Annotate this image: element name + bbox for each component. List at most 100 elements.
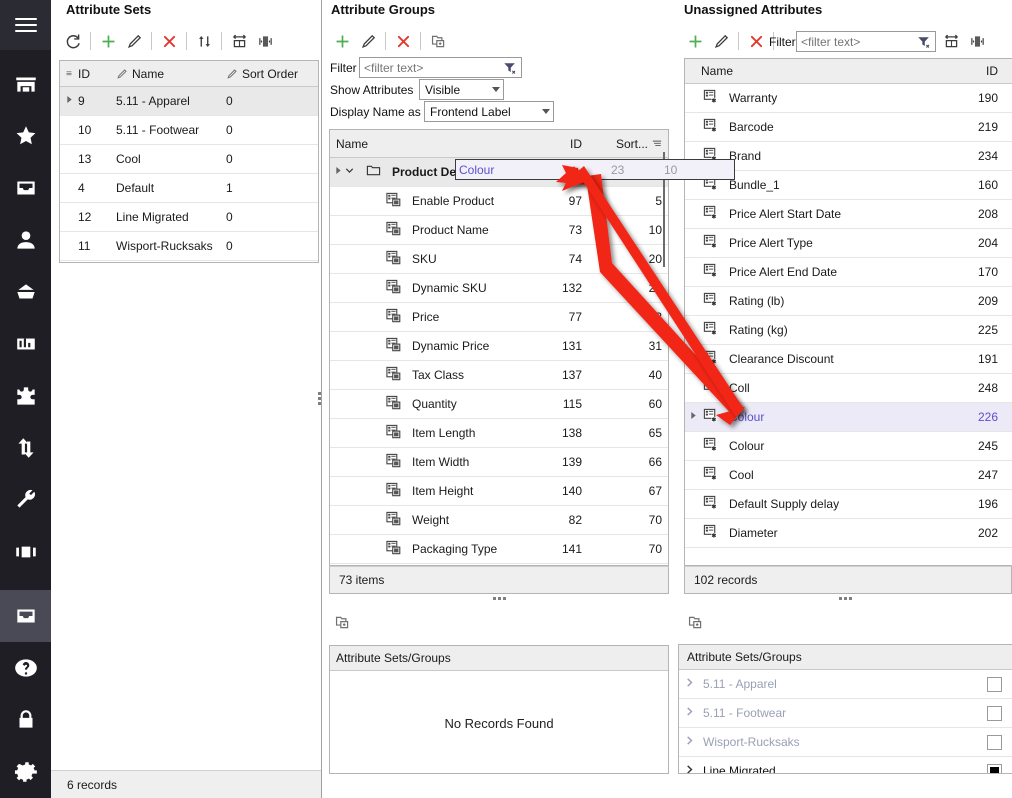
copy-button[interactable] — [425, 28, 451, 54]
fit-columns-button[interactable] — [938, 28, 964, 54]
table-row[interactable]: Product Name 73 10 — [330, 216, 668, 245]
table-row[interactable]: 13 Cool 0 — [60, 145, 318, 174]
rail-item-inbox[interactable] — [0, 162, 51, 214]
table-row[interactable]: Default Supply delay 196 — [685, 490, 1012, 519]
row-expander[interactable] — [685, 410, 699, 424]
group-row-chevron[interactable] — [344, 165, 364, 179]
table-row[interactable]: 9 5.11 - Apparel 0 — [60, 87, 318, 116]
row-chevron[interactable] — [679, 677, 697, 691]
table-row[interactable]: Price 77 3 — [330, 303, 668, 332]
row-chevron[interactable] — [679, 764, 697, 773]
bottom-left-copy-button[interactable] — [329, 609, 355, 635]
checkbox-icon[interactable] — [986, 734, 1002, 750]
list-item[interactable]: Line Migrated — [679, 757, 1012, 773]
delete-button[interactable] — [743, 28, 769, 54]
table-row[interactable]: Item Width 139 66 — [330, 448, 668, 477]
table-row[interactable]: 11 Wisport-Rucksaks 0 — [60, 232, 318, 261]
refresh-button[interactable] — [60, 28, 86, 54]
vertical-splitter-handle[interactable] — [318, 390, 323, 407]
table-row[interactable]: Dynamic SKU 132 21 — [330, 274, 668, 303]
rail-item-extensions[interactable] — [0, 370, 51, 422]
list-item[interactable]: Wisport-Rucksaks — [679, 728, 1012, 757]
rail-item-customers[interactable] — [0, 214, 51, 266]
row-expander[interactable] — [60, 94, 72, 108]
rail-item-catalog[interactable] — [0, 590, 51, 642]
row-chevron[interactable] — [679, 706, 697, 720]
display-name-select[interactable]: Frontend Label — [424, 101, 554, 122]
row-checkbox[interactable] — [976, 763, 1012, 773]
table-row[interactable]: Price Alert Type 204 — [685, 229, 1012, 258]
table-row[interactable]: Tax Class 137 40 — [330, 361, 668, 390]
column-menu-icon[interactable] — [60, 69, 72, 78]
delete-button[interactable] — [156, 28, 182, 54]
rail-item-layouts[interactable] — [0, 526, 51, 578]
table-row[interactable]: Clearance Discount 191 — [685, 345, 1012, 374]
table-row[interactable]: Colour 226 — [685, 403, 1012, 432]
add-button[interactable] — [95, 28, 121, 54]
group-row-expander[interactable] — [330, 165, 344, 179]
table-row[interactable]: Warranty 190 — [685, 84, 1012, 113]
add-button[interactable] — [329, 28, 355, 54]
column-header-name[interactable]: Name — [330, 137, 543, 151]
table-row[interactable]: Price Alert Start Date 208 — [685, 200, 1012, 229]
middle-horizontal-splitter-handle[interactable] — [493, 597, 506, 600]
checkbox-icon[interactable] — [986, 676, 1002, 692]
table-row[interactable]: Quantity 115 60 — [330, 390, 668, 419]
delete-button[interactable] — [390, 28, 416, 54]
table-row[interactable]: 10 5.11 - Footwear 0 — [60, 116, 318, 145]
table-row[interactable]: 4 Default 1 — [60, 174, 318, 203]
right-filter-input[interactable] — [797, 32, 914, 51]
rail-item-reports[interactable] — [0, 318, 51, 370]
table-row[interactable]: SKU 74 20 — [330, 245, 668, 274]
table-row[interactable]: Coll 248 — [685, 374, 1012, 403]
middle-filter-input[interactable] — [360, 58, 500, 77]
list-item[interactable]: 5.11 - Apparel — [679, 670, 1012, 699]
edit-button[interactable] — [121, 28, 147, 54]
sort-button[interactable] — [191, 28, 217, 54]
rail-item-tools[interactable] — [0, 474, 51, 526]
right-horizontal-splitter-handle[interactable] — [839, 597, 852, 600]
rail-item-help[interactable] — [0, 642, 51, 694]
table-row[interactable]: Price Alert End Date 170 — [685, 258, 1012, 287]
column-header-name[interactable]: Name — [685, 64, 966, 78]
checkbox-icon[interactable] — [986, 705, 1002, 721]
row-checkbox[interactable] — [976, 705, 1012, 721]
table-row[interactable]: 12 Line Migrated 0 — [60, 203, 318, 232]
table-row[interactable]: Enable Product 97 5 — [330, 187, 668, 216]
edit-button[interactable] — [355, 28, 381, 54]
column-header-name[interactable]: Name — [110, 67, 220, 81]
list-item[interactable]: 5.11 - Footwear — [679, 699, 1012, 728]
row-checkbox[interactable] — [976, 734, 1012, 750]
right-filter-input-wrap[interactable] — [796, 31, 936, 52]
clear-filter-icon[interactable] — [914, 35, 934, 49]
row-chevron[interactable] — [679, 735, 697, 749]
checkbox-icon[interactable] — [986, 763, 1002, 773]
column-header-sort[interactable]: Sort... — [588, 137, 668, 151]
table-row[interactable]: Item Length 138 65 — [330, 419, 668, 448]
rail-item-orders[interactable] — [0, 266, 51, 318]
table-row[interactable]: Rating (lb) 209 — [685, 287, 1012, 316]
table-row[interactable]: Diameter 202 — [685, 519, 1012, 548]
column-header-id[interactable]: ID — [543, 137, 588, 151]
show-attributes-select[interactable]: Visible — [419, 79, 504, 100]
middle-filter-input-wrap[interactable] — [359, 57, 522, 78]
rail-item-security[interactable] — [0, 694, 51, 746]
table-row[interactable]: Packaging Type 141 70 — [330, 535, 668, 564]
table-row[interactable]: Colour 245 — [685, 432, 1012, 461]
fit-columns-button[interactable] — [226, 28, 252, 54]
toggle-panel-button[interactable] — [252, 28, 278, 54]
rail-item-sync[interactable] — [0, 422, 51, 474]
column-header-id[interactable]: ID — [966, 64, 1012, 78]
edit-button[interactable] — [708, 28, 734, 54]
add-button[interactable] — [682, 28, 708, 54]
clear-filter-icon[interactable] — [500, 61, 520, 75]
column-header-sort-order[interactable]: Sort Order — [220, 67, 318, 81]
rail-item-store[interactable] — [0, 58, 51, 110]
rail-item-favourites[interactable] — [0, 110, 51, 162]
column-header-id[interactable]: ID — [72, 67, 110, 81]
bottom-right-copy-button[interactable] — [682, 609, 708, 635]
table-row[interactable]: Item Height 140 67 — [330, 477, 668, 506]
table-row[interactable]: Dynamic Price 131 31 — [330, 332, 668, 361]
row-checkbox[interactable] — [976, 676, 1012, 692]
toggle-panel-button[interactable] — [964, 28, 990, 54]
